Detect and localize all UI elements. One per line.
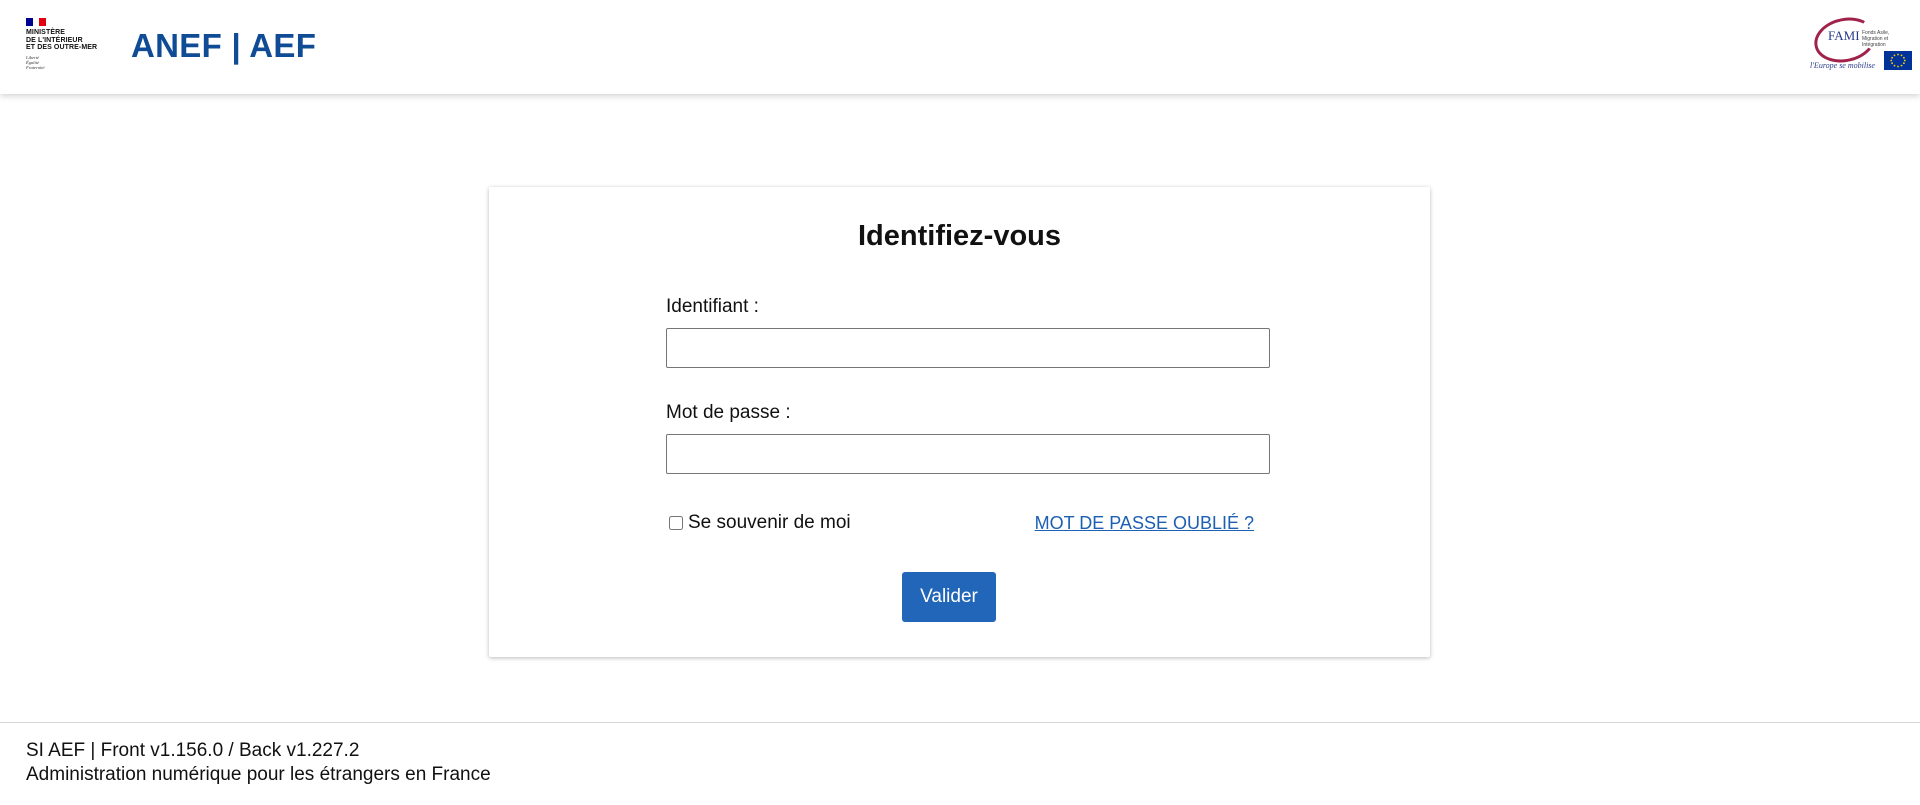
footer-version: SI AEF | Front v1.156.0 / Back v1.227.2 xyxy=(26,740,360,761)
app-title[interactable]: ANEF | AEF xyxy=(131,27,316,65)
republic-motto: Liberté Égalité Fraternité xyxy=(26,54,45,70)
password-input[interactable] xyxy=(666,434,1270,474)
login-title: Identifiez-vous xyxy=(857,220,1061,252)
remember-me-checkbox[interactable] xyxy=(669,516,683,530)
eu-flag-icon xyxy=(1884,51,1912,70)
fami-subtitle: Fonds Asile, Migration et Intégration xyxy=(1862,30,1890,48)
remember-me[interactable]: Se souvenir de moi xyxy=(669,512,851,534)
identifier-input[interactable] xyxy=(666,328,1270,368)
remember-me-label[interactable]: Se souvenir de moi xyxy=(688,512,851,534)
password-label: Mot de passe : xyxy=(666,402,791,423)
forgot-password-link[interactable]: MOT DE PASSE OUBLIÉ ? xyxy=(1035,513,1254,534)
identifier-label: Identifiant : xyxy=(666,296,759,317)
login-card: Identifiez-vous Identifiant : Mot de pas… xyxy=(489,187,1430,657)
submit-button[interactable]: Valider xyxy=(902,572,996,622)
footer-description: Administration numérique pour les étrang… xyxy=(26,764,491,785)
fami-name: FAMI xyxy=(1828,28,1860,43)
french-flag-icon xyxy=(26,18,47,26)
site-header: MINISTÈRE DE L'INTÉRIEUR ET DES OUTRE-ME… xyxy=(0,0,1920,94)
fami-tagline: l'Europe se mobilise xyxy=(1810,61,1875,70)
ministry-logo[interactable]: MINISTÈRE DE L'INTÉRIEUR ET DES OUTRE-ME… xyxy=(26,18,106,70)
site-footer: SI AEF | Front v1.156.0 / Back v1.227.2 … xyxy=(0,722,1920,805)
fami-logo: FAMI Fonds Asile, Migration et Intégrati… xyxy=(1810,12,1912,74)
ministry-name: MINISTÈRE DE L'INTÉRIEUR ET DES OUTRE-ME… xyxy=(26,29,98,51)
